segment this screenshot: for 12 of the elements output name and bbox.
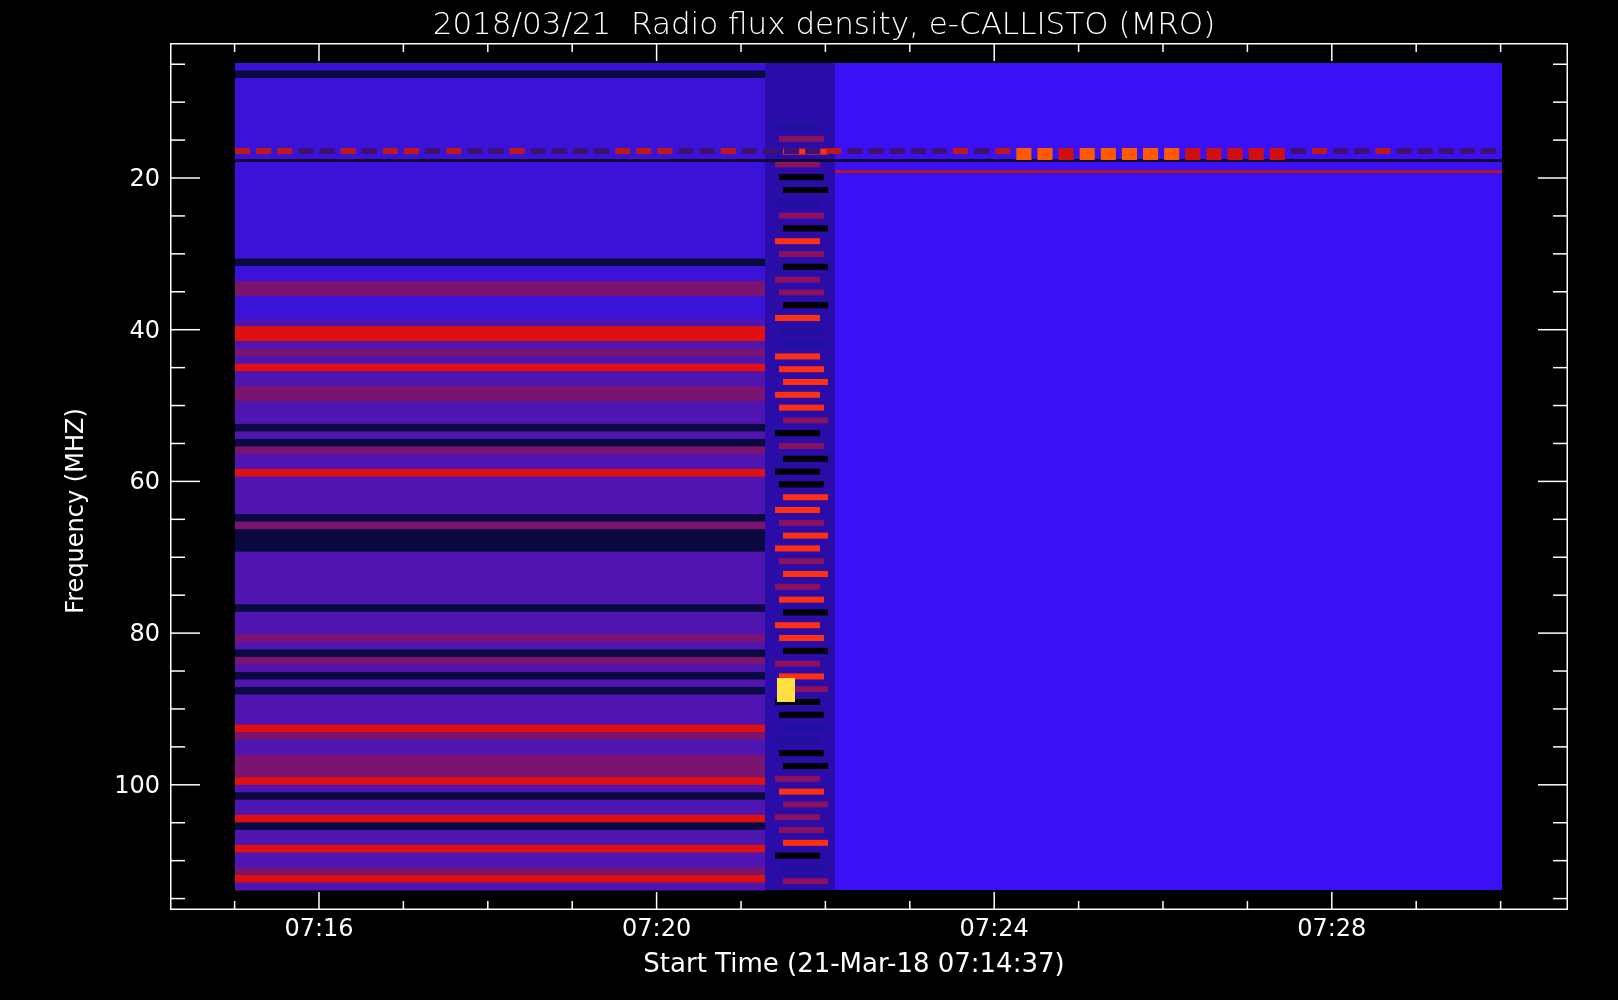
x-tick-label: 07:20 (622, 916, 692, 940)
y-axis-label: Frequency (MHZ) (60, 408, 90, 614)
x-tick-label: 07:28 (1297, 916, 1367, 940)
y-tick-label: 60 (129, 469, 160, 494)
y-tick-label: 20 (129, 166, 160, 190)
y-tick-label: 80 (129, 621, 160, 646)
y-tick-label: 100 (114, 772, 160, 797)
chart-title: 2018/03/21 Radio flux density, e-CALLISTO (MRO) (432, 4, 1216, 43)
x-axis-label: Start Time (21-Mar-18 07:14:37) (643, 950, 1065, 976)
x-tick-label: 07:16 (284, 916, 354, 940)
y-tick-label: 40 (129, 317, 160, 342)
x-tick-label: 07:24 (959, 916, 1029, 940)
